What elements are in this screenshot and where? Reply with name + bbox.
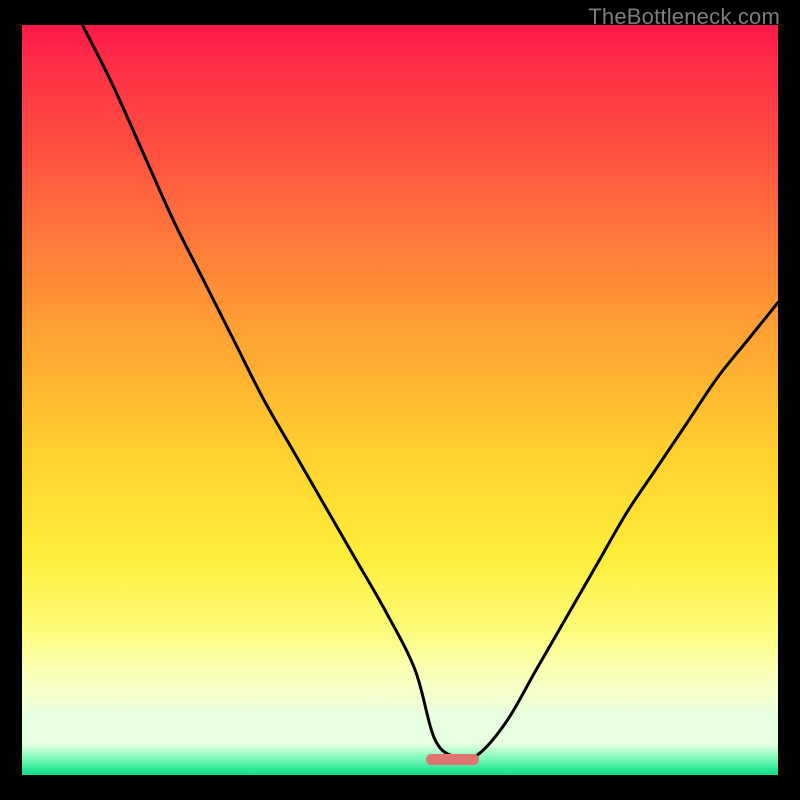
watermark-text: TheBottleneck.com xyxy=(588,4,780,30)
bottleneck-curve xyxy=(82,25,778,760)
chart-frame: TheBottleneck.com xyxy=(0,0,800,800)
plot-area xyxy=(22,25,778,775)
curve-svg xyxy=(22,25,778,775)
minimum-marker xyxy=(426,754,479,765)
